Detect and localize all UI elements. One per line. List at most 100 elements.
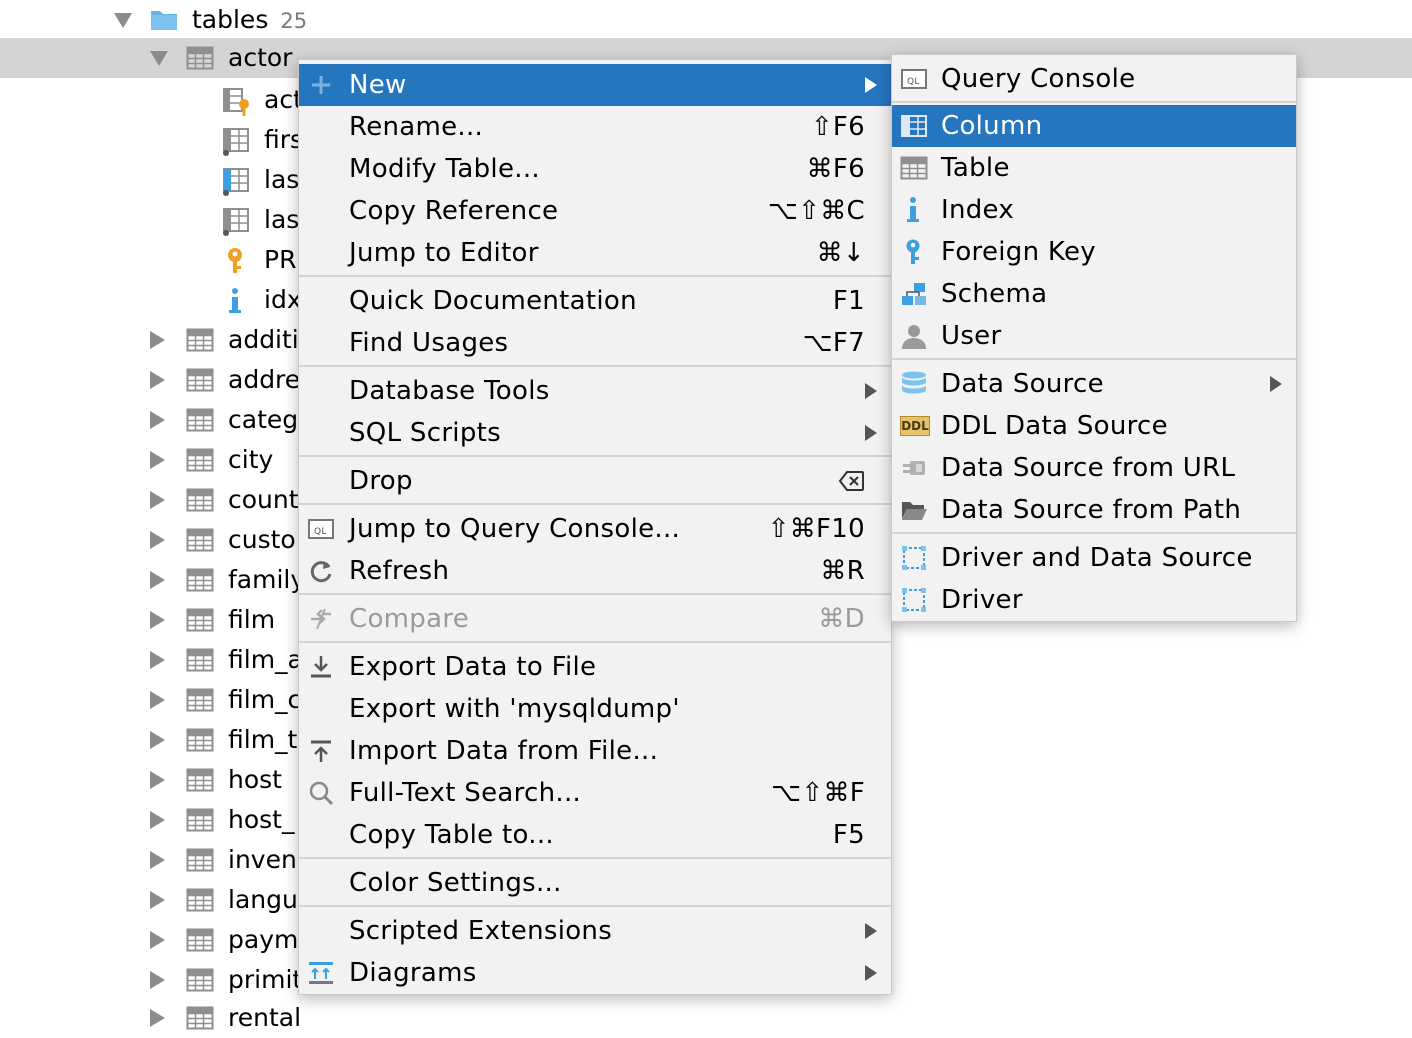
tree-table-label: count <box>228 485 299 514</box>
expand-arrow-icon[interactable] <box>146 440 170 480</box>
submenu-item-data-source[interactable]: Data Source <box>892 363 1296 405</box>
menu-item-import-data[interactable]: Import Data from File... <box>299 730 891 772</box>
shortcut: ⇧⌘F10 <box>767 514 865 544</box>
submenu-item-schema[interactable]: Schema <box>892 273 1296 315</box>
expand-arrow-icon[interactable] <box>146 320 170 360</box>
menu-item-new[interactable]: New <box>299 64 891 106</box>
menu-separator <box>299 905 891 907</box>
menu-item-full-text-search[interactable]: Full-Text Search... ⌥⇧⌘F <box>299 772 891 814</box>
database-icon <box>900 370 928 398</box>
tree-table-label: film <box>228 605 276 634</box>
open-folder-icon <box>900 496 928 524</box>
expand-arrow-icon[interactable] <box>150 38 174 78</box>
tree-table-label: film_a <box>228 645 303 674</box>
driver-icon <box>900 544 928 572</box>
query-console-icon: QL <box>307 515 335 543</box>
shortcut: ⌘↓ <box>816 238 865 268</box>
menu-item-jump-to-query-console[interactable]: QL Jump to Query Console... ⇧⌘F10 <box>299 508 891 550</box>
tree-table[interactable]: rental <box>0 998 1412 1038</box>
expand-arrow-icon[interactable] <box>114 0 138 40</box>
column-icon <box>222 206 250 236</box>
user-icon <box>900 322 928 350</box>
shortcut: ⌘D <box>818 604 865 634</box>
expand-arrow-icon[interactable] <box>146 880 170 920</box>
driver-icon <box>900 586 928 614</box>
menu-item-find-usages[interactable]: Find Usages ⌥F7 <box>299 322 891 364</box>
menu-item-database-tools[interactable]: Database Tools <box>299 370 891 412</box>
tree-table-label: langu <box>228 885 298 914</box>
menu-item-jump-to-editor[interactable]: Jump to Editor ⌘↓ <box>299 232 891 274</box>
tree-table-label: host_ <box>228 805 295 834</box>
submenu-item-user[interactable]: User <box>892 315 1296 357</box>
submenu-item-foreign-key[interactable]: Foreign Key <box>892 231 1296 273</box>
expand-arrow-icon[interactable] <box>146 920 170 960</box>
column-icon <box>222 166 250 196</box>
table-icon <box>186 366 214 394</box>
submenu-item-driver[interactable]: Driver <box>892 579 1296 621</box>
menu-item-refresh[interactable]: Refresh ⌘R <box>299 550 891 592</box>
folder-count: 25 <box>280 9 308 33</box>
expand-arrow-icon[interactable] <box>146 760 170 800</box>
expand-arrow-icon[interactable] <box>146 680 170 720</box>
expand-arrow-icon[interactable] <box>146 640 170 680</box>
submenu-item-driver-and-data-source[interactable]: Driver and Data Source <box>892 537 1296 579</box>
svg-text:QL: QL <box>314 527 327 537</box>
tree-folder-tables[interactable]: tables 25 <box>0 0 1412 40</box>
menu-item-export-data-to-file[interactable]: Export Data to File <box>299 646 891 688</box>
compare-icon <box>307 605 335 633</box>
upload-icon <box>307 737 335 765</box>
submenu-item-ddl-data-source[interactable]: DDL DDL Data Source <box>892 405 1296 447</box>
submenu-item-data-source-path[interactable]: Data Source from Path <box>892 489 1296 531</box>
tree-table-label: primit <box>228 965 303 994</box>
table-icon <box>186 486 214 514</box>
menu-item-modify-table[interactable]: Modify Table... ⌘F6 <box>299 148 891 190</box>
tree-column-label: las <box>264 165 300 194</box>
table-icon <box>186 406 214 434</box>
menu-item-drop[interactable]: Drop <box>299 460 891 502</box>
expand-arrow-icon[interactable] <box>146 840 170 880</box>
expand-arrow-icon[interactable] <box>146 360 170 400</box>
tree-table-label: additi <box>228 325 299 354</box>
table-icon <box>186 966 214 994</box>
submenu-item-query-console[interactable]: QL Query Console <box>892 58 1296 100</box>
menu-separator <box>299 503 891 505</box>
expand-arrow-icon[interactable] <box>146 560 170 600</box>
submenu-item-data-source-url[interactable]: Data Source from URL <box>892 447 1296 489</box>
tree-table-label: paym <box>228 925 299 954</box>
table-icon <box>186 926 214 954</box>
submenu-arrow-icon <box>865 425 877 441</box>
submenu-arrow-icon <box>865 383 877 399</box>
expand-arrow-icon[interactable] <box>146 480 170 520</box>
menu-item-diagrams[interactable]: Diagrams <box>299 952 891 994</box>
foreign-key-icon <box>900 238 928 266</box>
shortcut: ⌥⇧⌘C <box>767 196 865 226</box>
table-icon <box>186 686 214 714</box>
menu-item-compare[interactable]: Compare ⌘D <box>299 598 891 640</box>
submenu-item-table[interactable]: Table <box>892 147 1296 189</box>
tree-table-label: actor <box>228 43 293 72</box>
column-icon <box>222 126 250 156</box>
expand-arrow-icon[interactable] <box>146 720 170 760</box>
menu-item-rename[interactable]: Rename... ⇧F6 <box>299 106 891 148</box>
menu-item-copy-reference[interactable]: Copy Reference ⌥⇧⌘C <box>299 190 891 232</box>
expand-arrow-icon[interactable] <box>146 520 170 560</box>
shortcut: ⇧F6 <box>810 112 865 142</box>
expand-arrow-icon[interactable] <box>146 600 170 640</box>
expand-arrow-icon[interactable] <box>146 960 170 1000</box>
submenu-arrow-icon <box>865 77 877 93</box>
menu-separator <box>299 641 891 643</box>
submenu-item-column[interactable]: Column <box>892 105 1296 147</box>
expand-arrow-icon[interactable] <box>146 400 170 440</box>
menu-item-sql-scripts[interactable]: SQL Scripts <box>299 412 891 454</box>
menu-item-scripted-extensions[interactable]: Scripted Extensions <box>299 910 891 952</box>
menu-item-color-settings[interactable]: Color Settings... <box>299 862 891 904</box>
plus-icon <box>307 71 335 99</box>
download-icon <box>307 653 335 681</box>
menu-item-quick-documentation[interactable]: Quick Documentation F1 <box>299 280 891 322</box>
expand-arrow-icon[interactable] <box>146 998 170 1038</box>
expand-arrow-icon[interactable] <box>146 800 170 840</box>
submenu-item-index[interactable]: Index <box>892 189 1296 231</box>
menu-item-copy-table-to[interactable]: Copy Table to... F5 <box>299 814 891 856</box>
primary-key-column-icon <box>222 86 250 116</box>
menu-item-export-mysqldump[interactable]: Export with 'mysqldump' <box>299 688 891 730</box>
